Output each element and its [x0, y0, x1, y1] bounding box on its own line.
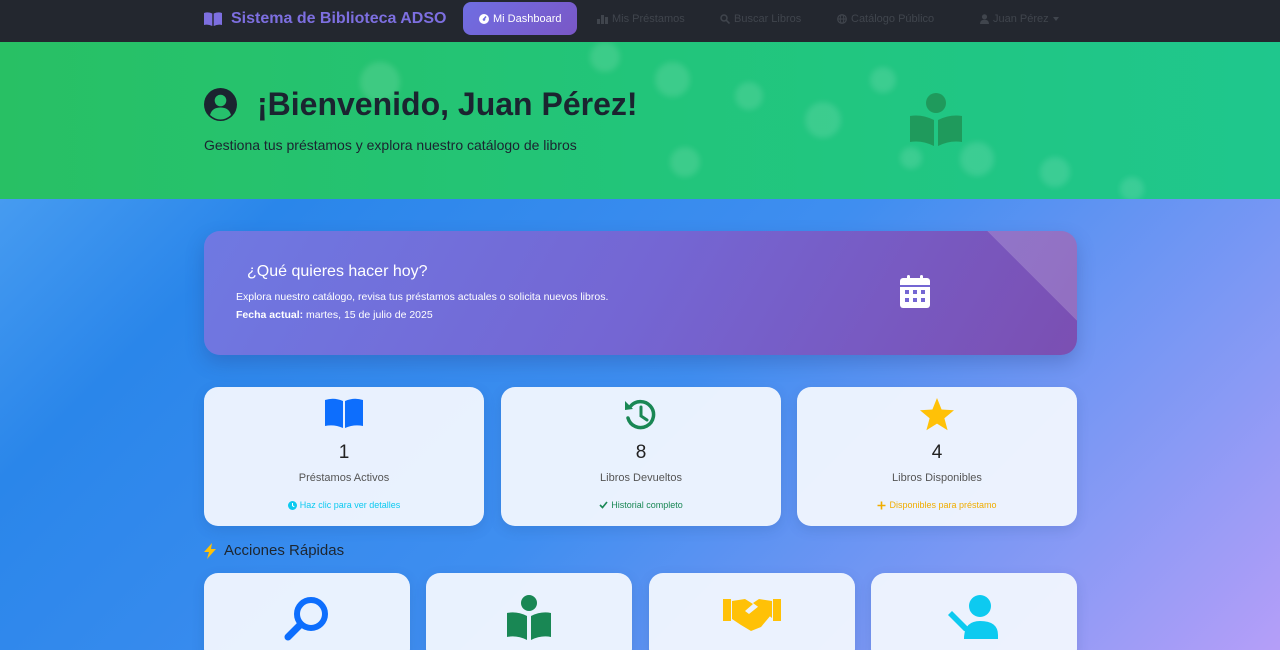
clock-icon [287, 500, 297, 510]
stat-footer-text: Haz clic para ver detalles [299, 500, 401, 510]
quick-actions-title: Acciones Rápidas [224, 542, 345, 559]
welcome-title: ¿Qué quieres hacer hoy? [247, 263, 428, 280]
quick-actions-heading: Acciones Rápidas [202, 542, 344, 559]
quick-action-profile[interactable] [871, 573, 1077, 650]
user-circle-icon [204, 88, 237, 121]
stat-value: 8 [635, 442, 647, 463]
chevron-down-icon [1052, 17, 1059, 21]
dashboard-icon [479, 13, 489, 24]
stat-card-libros-devueltos[interactable]: 8 Libros Devueltos Historial completo [501, 387, 781, 526]
welcome-card: ¿Qué quieres hacer hoy? Explora nuestro … [204, 231, 1077, 355]
welcome-text: Explora nuestro catálogo, revisa tus pré… [236, 291, 609, 303]
handshake-icon [723, 595, 781, 650]
stat-label: Libros Disponibles [892, 472, 982, 484]
user-icon [980, 14, 989, 24]
stat-footer-text: Disponibles para préstamo [889, 500, 997, 510]
brand-title: Sistema de Biblioteca ADSO [231, 10, 447, 27]
star-icon [797, 398, 1077, 432]
nav-buscar-libros[interactable]: Buscar Libros [720, 0, 801, 38]
top-navbar: Sistema de Biblioteca ADSO Mi Dashboard … [0, 0, 1280, 42]
current-date: Fecha actual: martes, 15 de julio de 202… [236, 309, 433, 321]
hero-banner: ¡Bienvenido, Juan Pérez! Gestiona tus pr… [0, 42, 1280, 199]
plus-icon [877, 501, 886, 509]
page-title-text: ¡Bienvenido, Juan Pérez! [257, 86, 638, 122]
search-icon [284, 595, 330, 650]
quick-action-search[interactable] [204, 573, 410, 650]
brand[interactable]: Sistema de Biblioteca ADSO [204, 0, 446, 38]
date-value: martes, 15 de julio de 2025 [306, 309, 433, 321]
search-icon [720, 14, 730, 24]
nav-catalogo-publico-label: Catálogo Público [851, 13, 935, 25]
stat-footer-text: Historial completo [611, 500, 683, 510]
bolt-icon [204, 542, 216, 559]
check-icon [599, 501, 608, 509]
stat-footer: Haz clic para ver detalles [204, 500, 484, 510]
quick-action-request-loan[interactable] [649, 573, 855, 650]
date-label: Fecha actual: [236, 309, 304, 321]
nav-mis-prestamos[interactable]: Mis Préstamos [597, 0, 685, 38]
user-edit-icon [946, 595, 1002, 650]
history-icon [501, 398, 781, 432]
nav-buscar-libros-label: Buscar Libros [734, 13, 802, 25]
stat-footer: Historial completo [501, 500, 781, 510]
calendar-icon [900, 275, 930, 313]
nav-dashboard-label: Mi Dashboard [493, 12, 562, 25]
stat-card-prestamos-activos[interactable]: 1 Préstamos Activos Haz clic para ver de… [204, 387, 484, 526]
book-reader-icon [908, 92, 964, 153]
stat-label: Libros Devueltos [600, 472, 682, 484]
nav-mis-prestamos-label: Mis Préstamos [612, 13, 685, 25]
stat-label: Préstamos Activos [298, 472, 390, 484]
quick-action-catalog[interactable] [426, 573, 632, 650]
page-subtitle: Gestiona tus préstamos y explora nuestro… [204, 137, 577, 153]
nav-dashboard[interactable]: Mi Dashboard [463, 2, 578, 35]
user-menu[interactable]: Juan Pérez [980, 0, 1059, 38]
globe-icon [837, 14, 847, 24]
stat-value: 1 [338, 442, 350, 463]
chart-icon [597, 15, 608, 24]
book-open-icon [204, 12, 222, 26]
stat-value: 4 [931, 442, 943, 463]
book-reader-icon [506, 595, 552, 650]
nav-catalogo-publico[interactable]: Catálogo Público [837, 0, 934, 38]
user-menu-label: Juan Pérez [993, 13, 1049, 25]
stat-card-libros-disponibles[interactable]: 4 Libros Disponibles Disponibles para pr… [797, 387, 1077, 526]
stat-footer: Disponibles para préstamo [797, 500, 1077, 510]
book-open-icon [204, 398, 484, 432]
page-title: ¡Bienvenido, Juan Pérez! [204, 86, 638, 123]
